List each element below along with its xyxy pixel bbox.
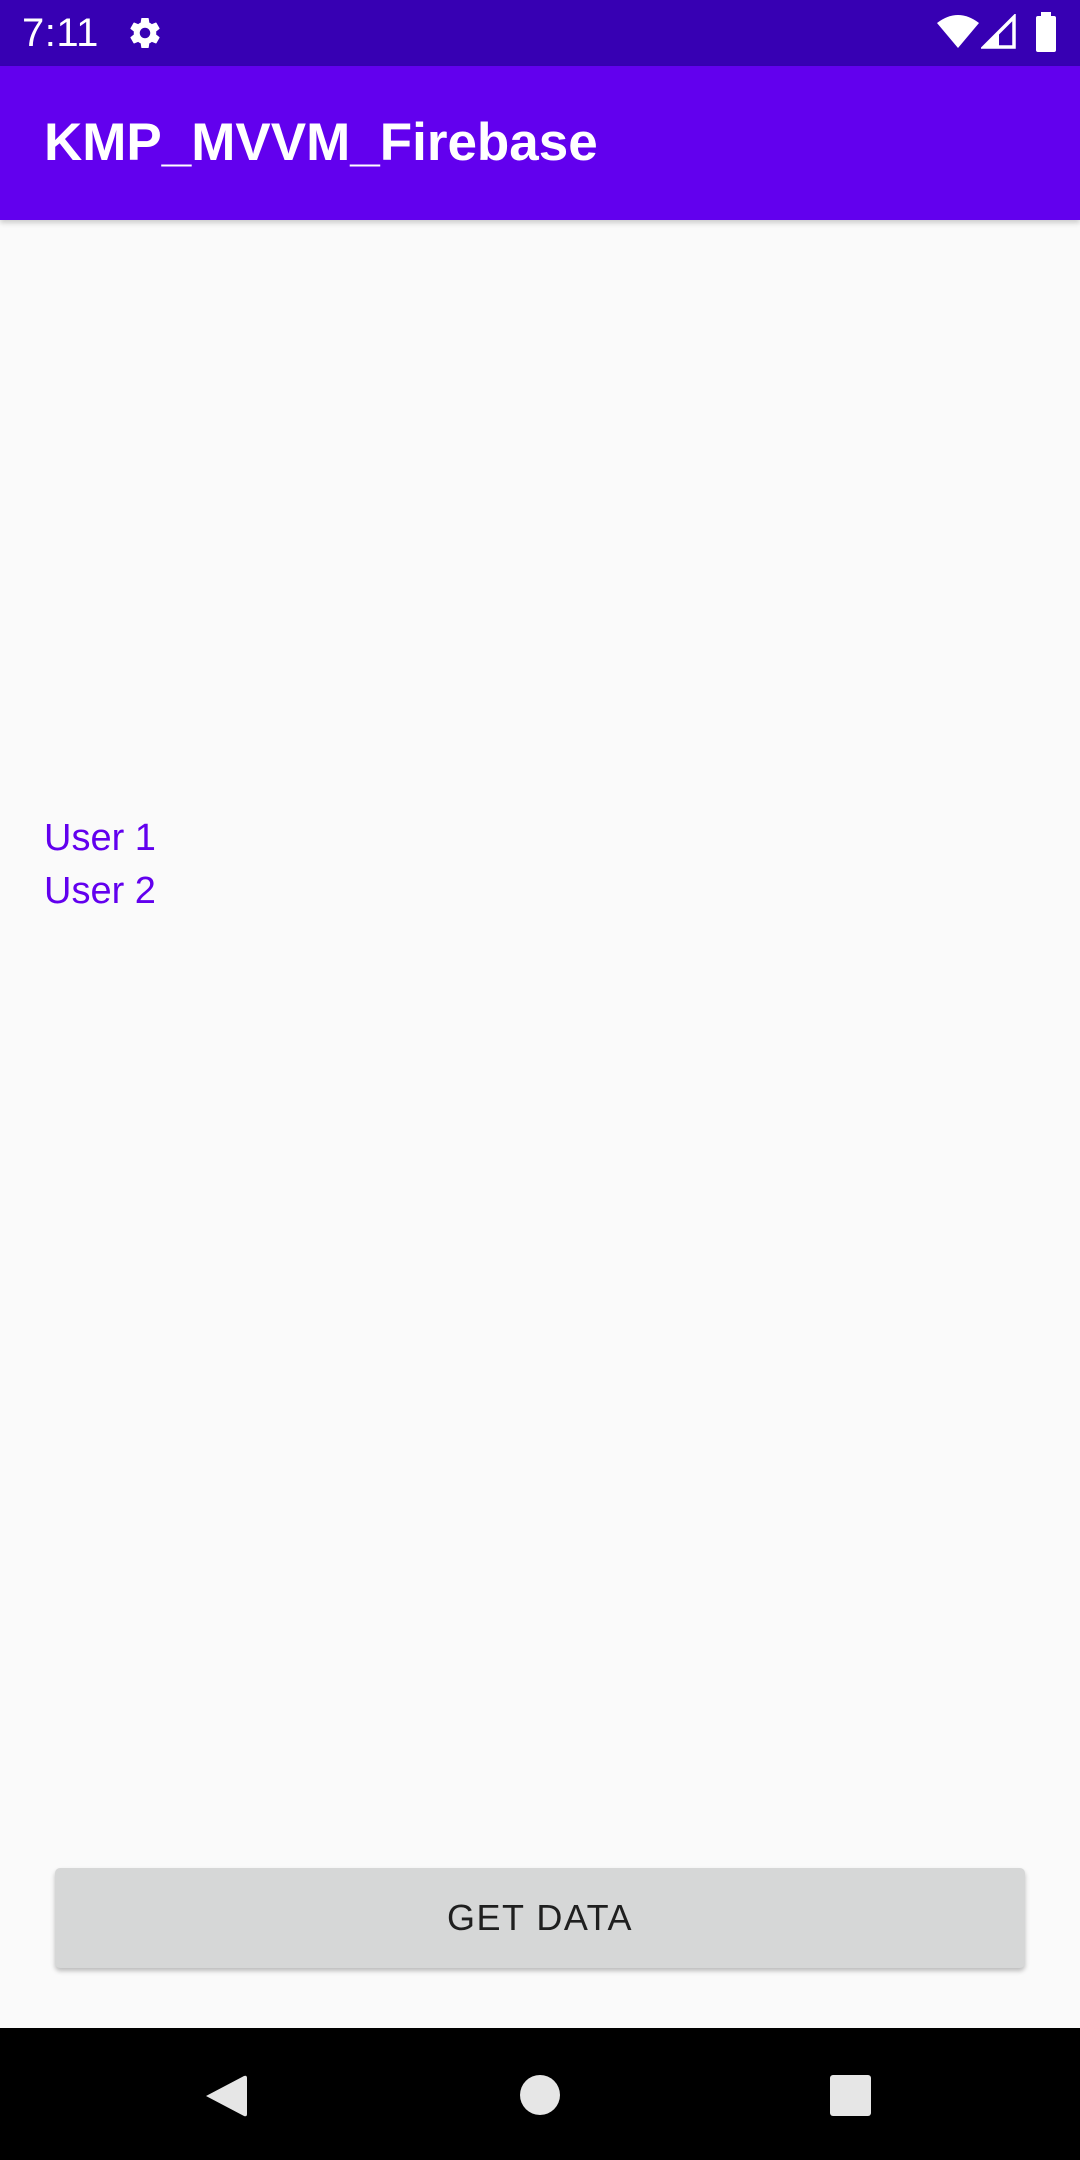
list-item: User 2 xyxy=(44,870,156,912)
recents-icon[interactable] xyxy=(830,2075,871,2116)
get-data-button[interactable]: GET DATA xyxy=(55,1868,1025,1968)
back-icon[interactable] xyxy=(204,2072,248,2120)
status-time: 7:11 xyxy=(22,11,99,55)
navigation-bar xyxy=(0,2028,1080,2160)
signal-icon xyxy=(981,14,1016,49)
wifi-icon xyxy=(937,15,979,48)
app-title: KMP_MVVM_Firebase xyxy=(44,113,598,172)
app-bar: KMP_MVVM_Firebase xyxy=(0,66,1080,220)
home-icon[interactable] xyxy=(519,2074,561,2116)
list-item: User 1 xyxy=(44,817,156,859)
gear-icon xyxy=(130,17,160,48)
battery-icon xyxy=(1036,12,1056,52)
status-bar: 7:11 xyxy=(0,0,1080,66)
user-list: User 1 User 2 xyxy=(44,812,156,918)
